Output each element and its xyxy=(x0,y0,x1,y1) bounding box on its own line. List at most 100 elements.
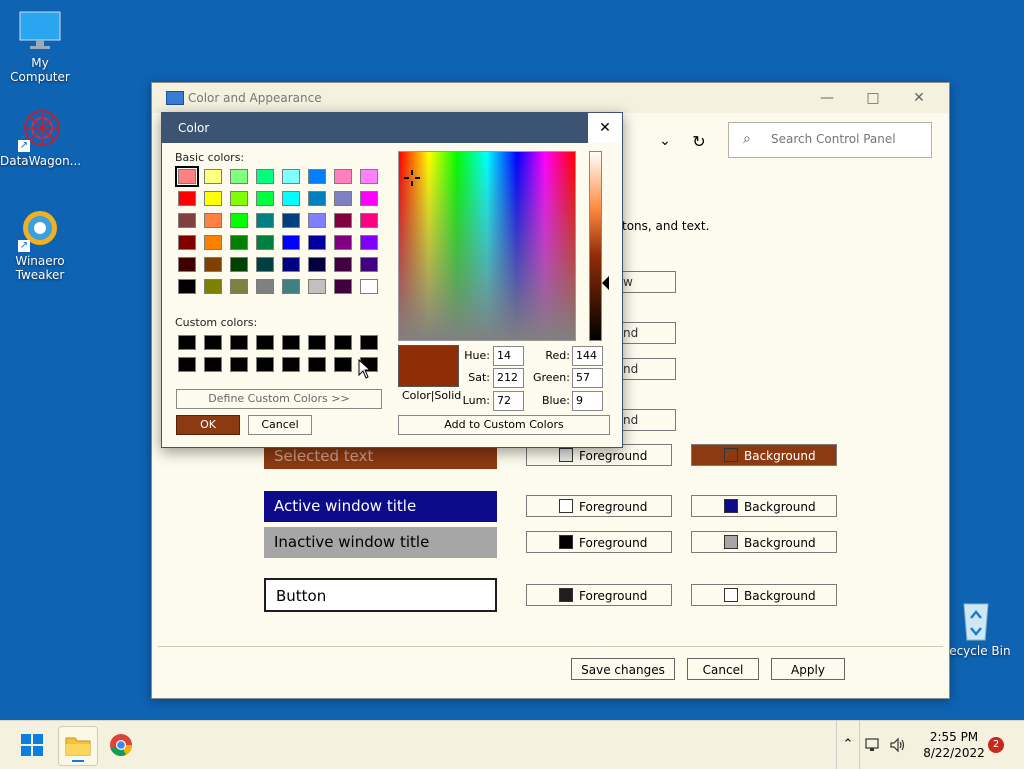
color-swatch[interactable] xyxy=(308,279,326,294)
color-swatch[interactable] xyxy=(308,169,326,184)
color-swatch[interactable] xyxy=(256,191,274,206)
color-swatch[interactable] xyxy=(256,257,274,272)
color-swatch[interactable] xyxy=(230,257,248,272)
dialog-titlebar[interactable]: Color ✕ xyxy=(162,113,622,143)
refresh-icon[interactable]: ↻ xyxy=(682,127,716,157)
color-swatch[interactable] xyxy=(204,235,222,250)
item-button-partial[interactable]: w xyxy=(622,271,676,293)
color-swatch[interactable] xyxy=(204,335,222,350)
sample-active-window-title[interactable]: Active window title xyxy=(264,491,497,522)
color-swatch[interactable] xyxy=(282,235,300,250)
color-swatch[interactable] xyxy=(334,279,352,294)
desktop-icon-datawagon[interactable]: ↗ DataWagon... xyxy=(0,108,81,168)
color-swatch[interactable] xyxy=(175,166,199,187)
apply-button[interactable]: Apply xyxy=(771,658,845,680)
show-hidden-icons-button[interactable]: ⌃ xyxy=(836,721,860,769)
maximize-icon[interactable]: □ xyxy=(850,83,896,113)
search-box[interactable]: ⌕ xyxy=(728,122,932,158)
close-icon[interactable]: ✕ xyxy=(896,83,942,113)
desktop-icon-winaero-tweaker[interactable]: ↗ Winaero Tweaker xyxy=(0,208,80,282)
chevron-down-icon[interactable]: ⌄ xyxy=(650,133,680,155)
notification-badge[interactable]: 2 xyxy=(988,737,1004,753)
color-swatch[interactable] xyxy=(282,335,300,350)
color-swatch[interactable] xyxy=(308,235,326,250)
ok-button[interactable]: OK xyxy=(176,415,240,435)
color-swatch[interactable] xyxy=(334,169,352,184)
luminosity-slider[interactable] xyxy=(589,151,602,341)
color-swatch[interactable] xyxy=(204,279,222,294)
color-swatch[interactable] xyxy=(256,279,274,294)
color-swatch[interactable] xyxy=(178,279,196,294)
color-swatch[interactable] xyxy=(256,235,274,250)
color-swatch[interactable] xyxy=(282,213,300,228)
desktop-icon-my-computer[interactable]: My Computer xyxy=(0,10,80,84)
color-swatch[interactable] xyxy=(360,191,378,206)
color-swatch[interactable] xyxy=(256,213,274,228)
color-swatch[interactable] xyxy=(230,169,248,184)
color-swatch[interactable] xyxy=(256,169,274,184)
button-foreground-button[interactable]: Foreground xyxy=(526,584,672,606)
hue-input[interactable]: 14 xyxy=(493,346,524,366)
search-input[interactable] xyxy=(769,131,923,147)
network-icon[interactable] xyxy=(864,736,882,757)
color-swatch[interactable] xyxy=(334,335,352,350)
color-swatch[interactable] xyxy=(360,335,378,350)
color-swatch[interactable] xyxy=(178,191,196,206)
color-swatch[interactable] xyxy=(360,235,378,250)
item-button-partial[interactable]: nd xyxy=(622,358,676,380)
color-swatch[interactable] xyxy=(178,335,196,350)
selected-text-background-button[interactable]: Background xyxy=(691,444,837,466)
item-button-partial[interactable]: nd xyxy=(622,322,676,344)
color-swatch[interactable] xyxy=(282,191,300,206)
color-swatch[interactable] xyxy=(360,279,378,294)
window-titlebar[interactable]: Color and Appearance — □ ✕ xyxy=(152,83,949,113)
luminosity-arrow-icon[interactable] xyxy=(602,276,609,290)
item-button-partial[interactable]: nd xyxy=(622,409,676,431)
blue-input[interactable]: 9 xyxy=(572,391,603,411)
cancel-button[interactable]: Cancel xyxy=(248,415,312,435)
color-swatch[interactable] xyxy=(308,257,326,272)
color-swatch[interactable] xyxy=(230,357,248,372)
color-swatch[interactable] xyxy=(282,279,300,294)
color-swatch[interactable] xyxy=(334,235,352,250)
red-input[interactable]: 144 xyxy=(572,346,603,366)
inactive-title-foreground-button[interactable]: Foreground xyxy=(526,531,672,553)
color-swatch[interactable] xyxy=(282,257,300,272)
color-swatch[interactable] xyxy=(178,257,196,272)
sample-inactive-window-title[interactable]: Inactive window title xyxy=(264,527,497,558)
color-swatch[interactable] xyxy=(360,257,378,272)
file-explorer-taskbar-button[interactable] xyxy=(58,726,98,766)
color-swatch[interactable] xyxy=(230,191,248,206)
add-to-custom-colors-button[interactable]: Add to Custom Colors xyxy=(398,415,610,435)
color-swatch[interactable] xyxy=(230,213,248,228)
color-swatch[interactable] xyxy=(334,357,352,372)
color-swatch[interactable] xyxy=(308,213,326,228)
color-swatch[interactable] xyxy=(230,335,248,350)
sat-input[interactable]: 212 xyxy=(493,368,524,388)
color-swatch[interactable] xyxy=(230,279,248,294)
color-swatch[interactable] xyxy=(334,213,352,228)
sample-button[interactable]: Button xyxy=(264,578,497,612)
active-title-background-button[interactable]: Background xyxy=(691,495,837,517)
save-changes-button[interactable]: Save changes xyxy=(571,658,675,680)
color-swatch[interactable] xyxy=(178,213,196,228)
color-swatch[interactable] xyxy=(308,357,326,372)
color-swatch[interactable] xyxy=(178,357,196,372)
color-swatch[interactable] xyxy=(204,257,222,272)
color-spectrum[interactable] xyxy=(398,151,576,341)
color-swatch[interactable] xyxy=(282,169,300,184)
lum-input[interactable]: 72 xyxy=(493,391,524,411)
color-swatch[interactable] xyxy=(334,257,352,272)
close-icon[interactable]: ✕ xyxy=(588,113,622,143)
color-swatch[interactable] xyxy=(204,357,222,372)
volume-icon[interactable] xyxy=(889,736,907,757)
color-swatch[interactable] xyxy=(230,235,248,250)
button-background-button[interactable]: Background xyxy=(691,584,837,606)
color-swatch[interactable] xyxy=(256,357,274,372)
color-swatch[interactable] xyxy=(256,335,274,350)
color-swatch[interactable] xyxy=(360,213,378,228)
define-custom-colors-button[interactable]: Define Custom Colors >> xyxy=(176,389,382,409)
color-swatch[interactable] xyxy=(204,191,222,206)
color-swatch[interactable] xyxy=(204,169,222,184)
minimize-icon[interactable]: — xyxy=(804,83,850,113)
